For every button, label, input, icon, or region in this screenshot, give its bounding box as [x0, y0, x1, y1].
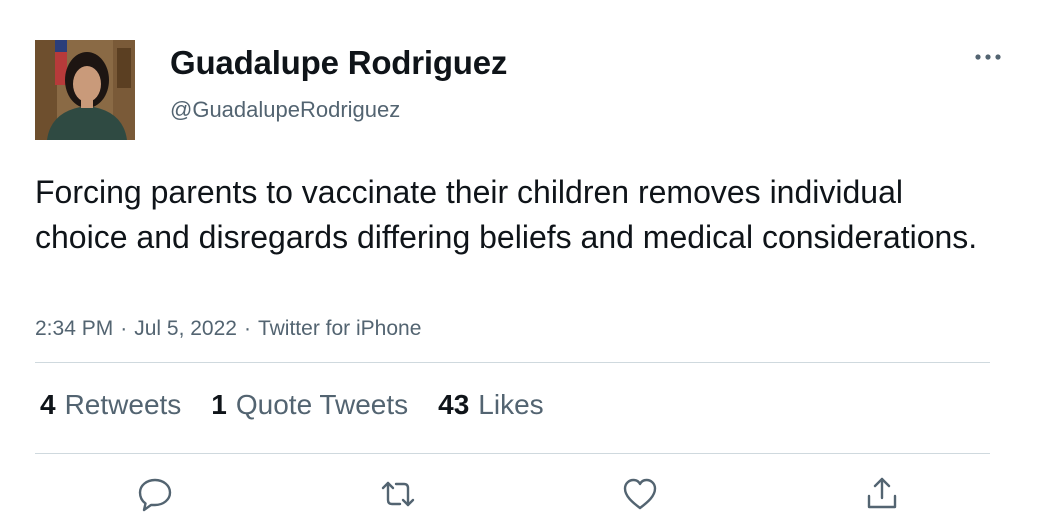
retweets-count: 4	[40, 389, 56, 420]
meta-separator: ·	[120, 317, 128, 340]
heart-icon	[623, 478, 657, 510]
likes-label: Likes	[478, 389, 544, 420]
likes-count: 43	[438, 389, 470, 420]
tweet-text: Forcing parents to vaccinate their child…	[35, 174, 978, 255]
reply-icon	[138, 478, 172, 512]
quote-tweets-count: 1	[211, 389, 227, 420]
tweet-time[interactable]: 2:34 PM	[35, 317, 113, 340]
retweet-button[interactable]	[378, 474, 418, 514]
share-button[interactable]	[862, 474, 902, 514]
meta-separator: ·	[243, 317, 251, 340]
tweet-date[interactable]: Jul 5, 2022	[134, 317, 237, 340]
more-options-button[interactable]	[968, 44, 1008, 70]
author-display-name[interactable]: Guadalupe Rodriguez	[170, 43, 507, 83]
divider	[35, 362, 990, 363]
quote-tweets-stat[interactable]: 1 Quote Tweets	[211, 386, 408, 424]
more-horizontal-icon	[975, 54, 1001, 60]
tweet-stats: 4 Retweets 1 Quote Tweets 43 Likes	[40, 386, 574, 424]
retweet-icon	[381, 481, 415, 507]
retweets-stat[interactable]: 4 Retweets	[40, 386, 181, 424]
tweet-meta: 2:34 PM · Jul 5, 2022 · Twitter for iPhone	[35, 315, 421, 343]
likes-stat[interactable]: 43 Likes	[438, 386, 544, 424]
author-handle[interactable]: @GuadalupeRodriguez	[170, 96, 400, 124]
avatar[interactable]	[35, 40, 135, 140]
like-button[interactable]	[620, 474, 660, 514]
tweet-card: Guadalupe Rodriguez @GuadalupeRodriguez …	[0, 0, 1050, 525]
quote-tweets-label: Quote Tweets	[235, 389, 409, 420]
share-icon	[867, 477, 897, 509]
divider	[35, 453, 990, 454]
tweet-source[interactable]: Twitter for iPhone	[258, 317, 421, 340]
retweets-label: Retweets	[64, 389, 182, 420]
reply-button[interactable]	[135, 474, 175, 514]
